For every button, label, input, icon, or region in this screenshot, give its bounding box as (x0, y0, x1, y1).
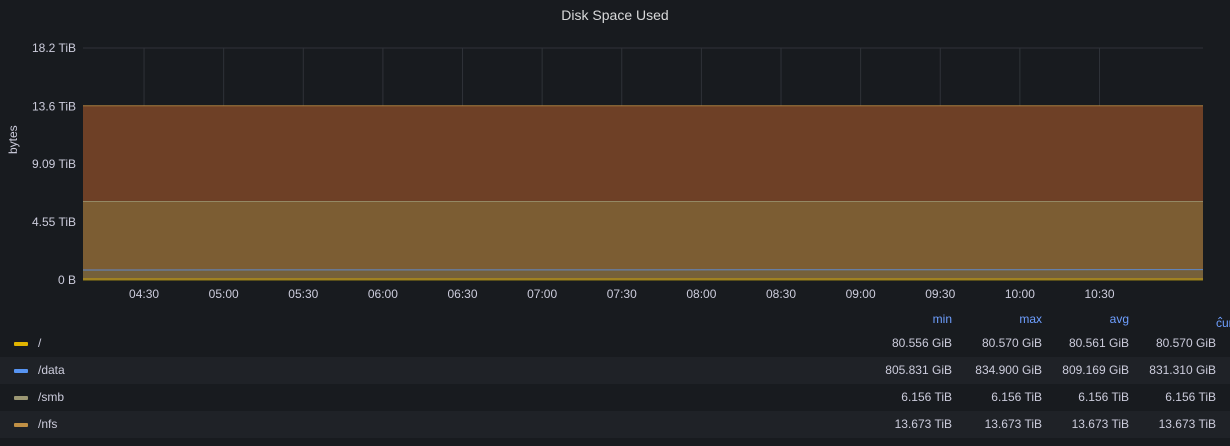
series-avg: 6.156 TiB (1078, 390, 1129, 404)
series-color-swatch[interactable] (14, 396, 28, 400)
x-tick-label: 04:30 (129, 287, 159, 301)
series-color-swatch[interactable] (14, 423, 28, 427)
caret-up-icon: ⌃ (1216, 316, 1225, 327)
x-tick-label: 08:00 (686, 287, 716, 301)
y-tick-label: 13.6 TiB (32, 100, 76, 114)
series-name[interactable]: /nfs (38, 417, 57, 431)
x-tick-label: 10:30 (1084, 287, 1114, 301)
y-tick-label: 18.2 TiB (32, 41, 76, 55)
area-data (83, 269, 1203, 280)
series-max: 834.900 GiB (975, 363, 1042, 377)
x-tick-label: 09:30 (925, 287, 955, 301)
series-color-swatch[interactable] (14, 342, 28, 346)
legend-row-nfs[interactable]: /nfs 13.673 TiB 13.673 TiB 13.673 TiB 13… (0, 411, 1230, 438)
series-areas (82, 105, 1204, 280)
y-axis-label: bytes (6, 125, 20, 154)
y-tick-label: 4.55 TiB (32, 215, 76, 229)
series-avg: 809.169 GiB (1062, 363, 1129, 377)
x-tick-label: 05:30 (288, 287, 318, 301)
legend-row-smb[interactable]: /smb 6.156 TiB 6.156 TiB 6.156 TiB 6.156… (0, 384, 1230, 411)
series-max: 6.156 TiB (991, 390, 1042, 404)
x-tick-label: 10:00 (1005, 287, 1035, 301)
x-tick-label: 08:30 (766, 287, 796, 301)
series-avg: 13.673 TiB (1071, 417, 1129, 431)
x-tick-label: 09:00 (846, 287, 876, 301)
x-tick-label: 05:00 (209, 287, 239, 301)
x-axis-ticks: 04:30 05:00 05:30 06:00 06:30 07:00 07:30 08:00… (129, 287, 1115, 301)
series-current: 6.156 TiB (1165, 390, 1216, 404)
x-tick-label: 06:00 (368, 287, 398, 301)
legend-row-root[interactable]: / 80.556 GiB 80.570 GiB 80.561 GiB 80.57… (0, 330, 1230, 357)
series-min: 6.156 TiB (901, 390, 952, 404)
series-color-swatch[interactable] (14, 369, 28, 373)
legend-col-avg[interactable]: avg (1110, 312, 1129, 326)
series-name[interactable]: / (38, 336, 41, 350)
legend-table: min max avg current ⌃ / 80.556 GiB 80.57… (0, 308, 1230, 438)
y-tick-label: 0 B (58, 273, 76, 287)
series-name[interactable]: /smb (38, 390, 64, 404)
series-name[interactable]: /data (38, 363, 65, 377)
legend-col-min[interactable]: min (933, 312, 952, 326)
graph-panel: Disk Space Used 0 B 4.55 TiB 9.09 TiB 13.6 … (0, 0, 1230, 446)
x-tick-label: 07:30 (607, 287, 637, 301)
series-min: 805.831 GiB (885, 363, 952, 377)
y-axis-ticks: 0 B 4.55 TiB 9.09 TiB 13.6 TiB 18.2 TiB (32, 41, 76, 287)
series-current: 80.570 GiB (1155, 336, 1216, 350)
legend-col-max[interactable]: max (1019, 312, 1042, 326)
chart-plot[interactable]: 0 B 4.55 TiB 9.09 TiB 13.6 TiB 18.2 TiB 04:3… (0, 0, 1230, 308)
series-current: 13.673 TiB (1158, 417, 1216, 431)
x-tick-label: 07:00 (527, 287, 557, 301)
x-tick-label: 06:30 (448, 287, 478, 301)
series-avg: 80.561 GiB (1068, 336, 1129, 350)
area-smb (83, 201, 1203, 280)
y-tick-label: 9.09 TiB (32, 157, 76, 171)
series-max: 13.673 TiB (984, 417, 1042, 431)
series-max: 80.570 GiB (981, 336, 1042, 350)
legend-row-data[interactable]: /data 805.831 GiB 834.900 GiB 809.169 Gi… (0, 357, 1230, 384)
series-min: 13.673 TiB (894, 417, 952, 431)
series-current: 831.310 GiB (1149, 363, 1216, 377)
legend-header: min max avg current ⌃ (0, 308, 1230, 330)
series-min: 80.556 GiB (891, 336, 952, 350)
